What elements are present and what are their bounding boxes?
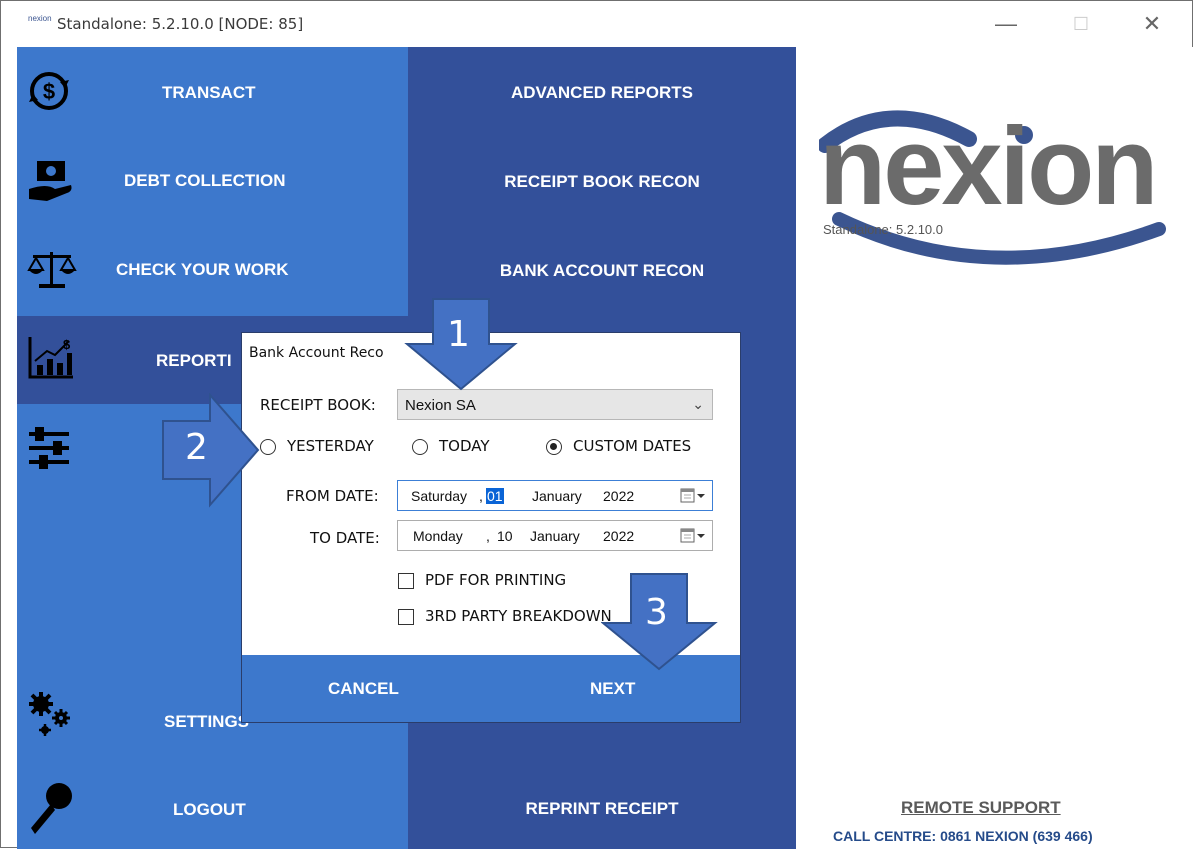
sliders-icon xyxy=(29,427,69,469)
hand-money-icon xyxy=(29,161,72,201)
menu-label-logout: LOGOUT xyxy=(173,800,246,819)
title-bar: nexion Standalone: 5.2.10.0 [NODE: 85] —… xyxy=(1,1,1192,47)
annotation-number-2: 2 xyxy=(185,427,208,468)
today-radio[interactable] xyxy=(412,439,428,455)
close-button[interactable]: ✕ xyxy=(1132,7,1172,41)
minimize-button[interactable]: — xyxy=(986,7,1026,41)
menu-label-check-your-work: CHECK YOUR WORK xyxy=(116,260,289,279)
window-title: Standalone: 5.2.10.0 [NODE: 85] xyxy=(57,15,304,33)
gears-icon xyxy=(29,692,70,736)
receipt-book-value: Nexion SA xyxy=(405,397,476,414)
to-date-label: TO DATE: xyxy=(310,529,380,547)
from-sep: , xyxy=(479,488,483,504)
custom-dates-label: CUSTOM DATES xyxy=(573,437,692,455)
third-party-breakdown-label: 3RD PARTY BREAKDOWN xyxy=(425,607,612,625)
to-year: 2022 xyxy=(603,528,635,544)
custom-dates-radio[interactable] xyxy=(546,439,562,455)
app-window: nexion Standalone: 5.2.10.0 [NODE: 85] —… xyxy=(0,0,1193,849)
from-month: January xyxy=(532,488,582,504)
menu-item-debt-collection[interactable]: DEBT COLLECTION xyxy=(17,135,408,223)
chevron-down-icon: ⌄ xyxy=(692,396,704,412)
to-day: 10 xyxy=(497,528,513,544)
dollar-refresh-icon: $ xyxy=(29,72,69,110)
dialog-title: Bank Account Reco xyxy=(249,345,384,361)
third-party-breakdown-checkbox[interactable] xyxy=(398,609,414,625)
svg-text:$: $ xyxy=(43,79,55,104)
menu-label-settings: SETTINGS xyxy=(164,712,250,731)
from-weekday: Saturday xyxy=(411,488,468,504)
receipt-book-label: RECEIPT BOOK: xyxy=(260,396,376,414)
app-logo-icon: nexion xyxy=(28,14,52,23)
svg-text:$: $ xyxy=(63,337,71,352)
annotation-number-1: 1 xyxy=(447,314,470,355)
from-date-label: FROM DATE: xyxy=(286,487,379,505)
chart-dollar-icon: $ xyxy=(28,337,73,379)
annotation-arrow-2 xyxy=(162,393,260,508)
remote-support-link[interactable]: REMOTE SUPPORT xyxy=(901,798,1061,818)
to-date-picker[interactable]: Monday , 10 January 2022 xyxy=(397,520,713,551)
yesterday-label: YESTERDAY xyxy=(287,437,374,455)
today-label: TODAY xyxy=(439,437,490,455)
brand-version: Standalone: 5.2.10.0 xyxy=(823,222,943,237)
menu-item-logout[interactable]: LOGOUT xyxy=(17,764,408,852)
calendar-dropdown-icon[interactable] xyxy=(680,526,706,546)
from-year: 2022 xyxy=(603,488,635,504)
to-month: January xyxy=(530,528,580,544)
nexion-logo: nexion xyxy=(819,105,1158,228)
receipt-book-select[interactable]: Nexion SA ⌄ xyxy=(397,389,713,420)
next-button[interactable]: NEXT xyxy=(590,679,635,699)
bank-account-recon-button[interactable]: BANK ACCOUNT RECON xyxy=(408,261,796,281)
to-weekday: Monday xyxy=(413,528,463,544)
menu-label-transact: TRANSACT xyxy=(162,83,256,102)
yesterday-radio[interactable] xyxy=(260,439,276,455)
call-centre-text: CALL CENTRE: 0861 NEXION (639 466) xyxy=(833,828,1093,844)
scales-icon xyxy=(27,252,77,288)
menu-item-transact[interactable]: $ TRANSACT xyxy=(17,47,408,135)
menu-label-reporting: REPORTI xyxy=(156,351,232,370)
maximize-button[interactable]: ☐ xyxy=(1061,7,1101,41)
cancel-button[interactable]: CANCEL xyxy=(328,679,399,699)
advanced-reports-button[interactable]: ADVANCED REPORTS xyxy=(408,83,796,103)
pdf-for-printing-label: PDF FOR PRINTING xyxy=(425,571,567,589)
menu-label-debt-collection: DEBT COLLECTION xyxy=(124,171,286,190)
key-icon xyxy=(31,783,72,834)
from-day[interactable]: 01 xyxy=(486,488,504,504)
from-date-picker[interactable]: Saturday , 01 January 2022 xyxy=(397,480,713,511)
annotation-number-3: 3 xyxy=(645,592,668,633)
calendar-dropdown-icon[interactable] xyxy=(680,486,706,506)
to-sep: , xyxy=(486,528,490,544)
receipt-book-recon-button[interactable]: RECEIPT BOOK RECON xyxy=(408,172,796,192)
reprint-receipt-button[interactable]: REPRINT RECEIPT xyxy=(408,799,796,819)
menu-item-check-your-work[interactable]: CHECK YOUR WORK xyxy=(17,223,408,311)
pdf-for-printing-checkbox[interactable] xyxy=(398,573,414,589)
